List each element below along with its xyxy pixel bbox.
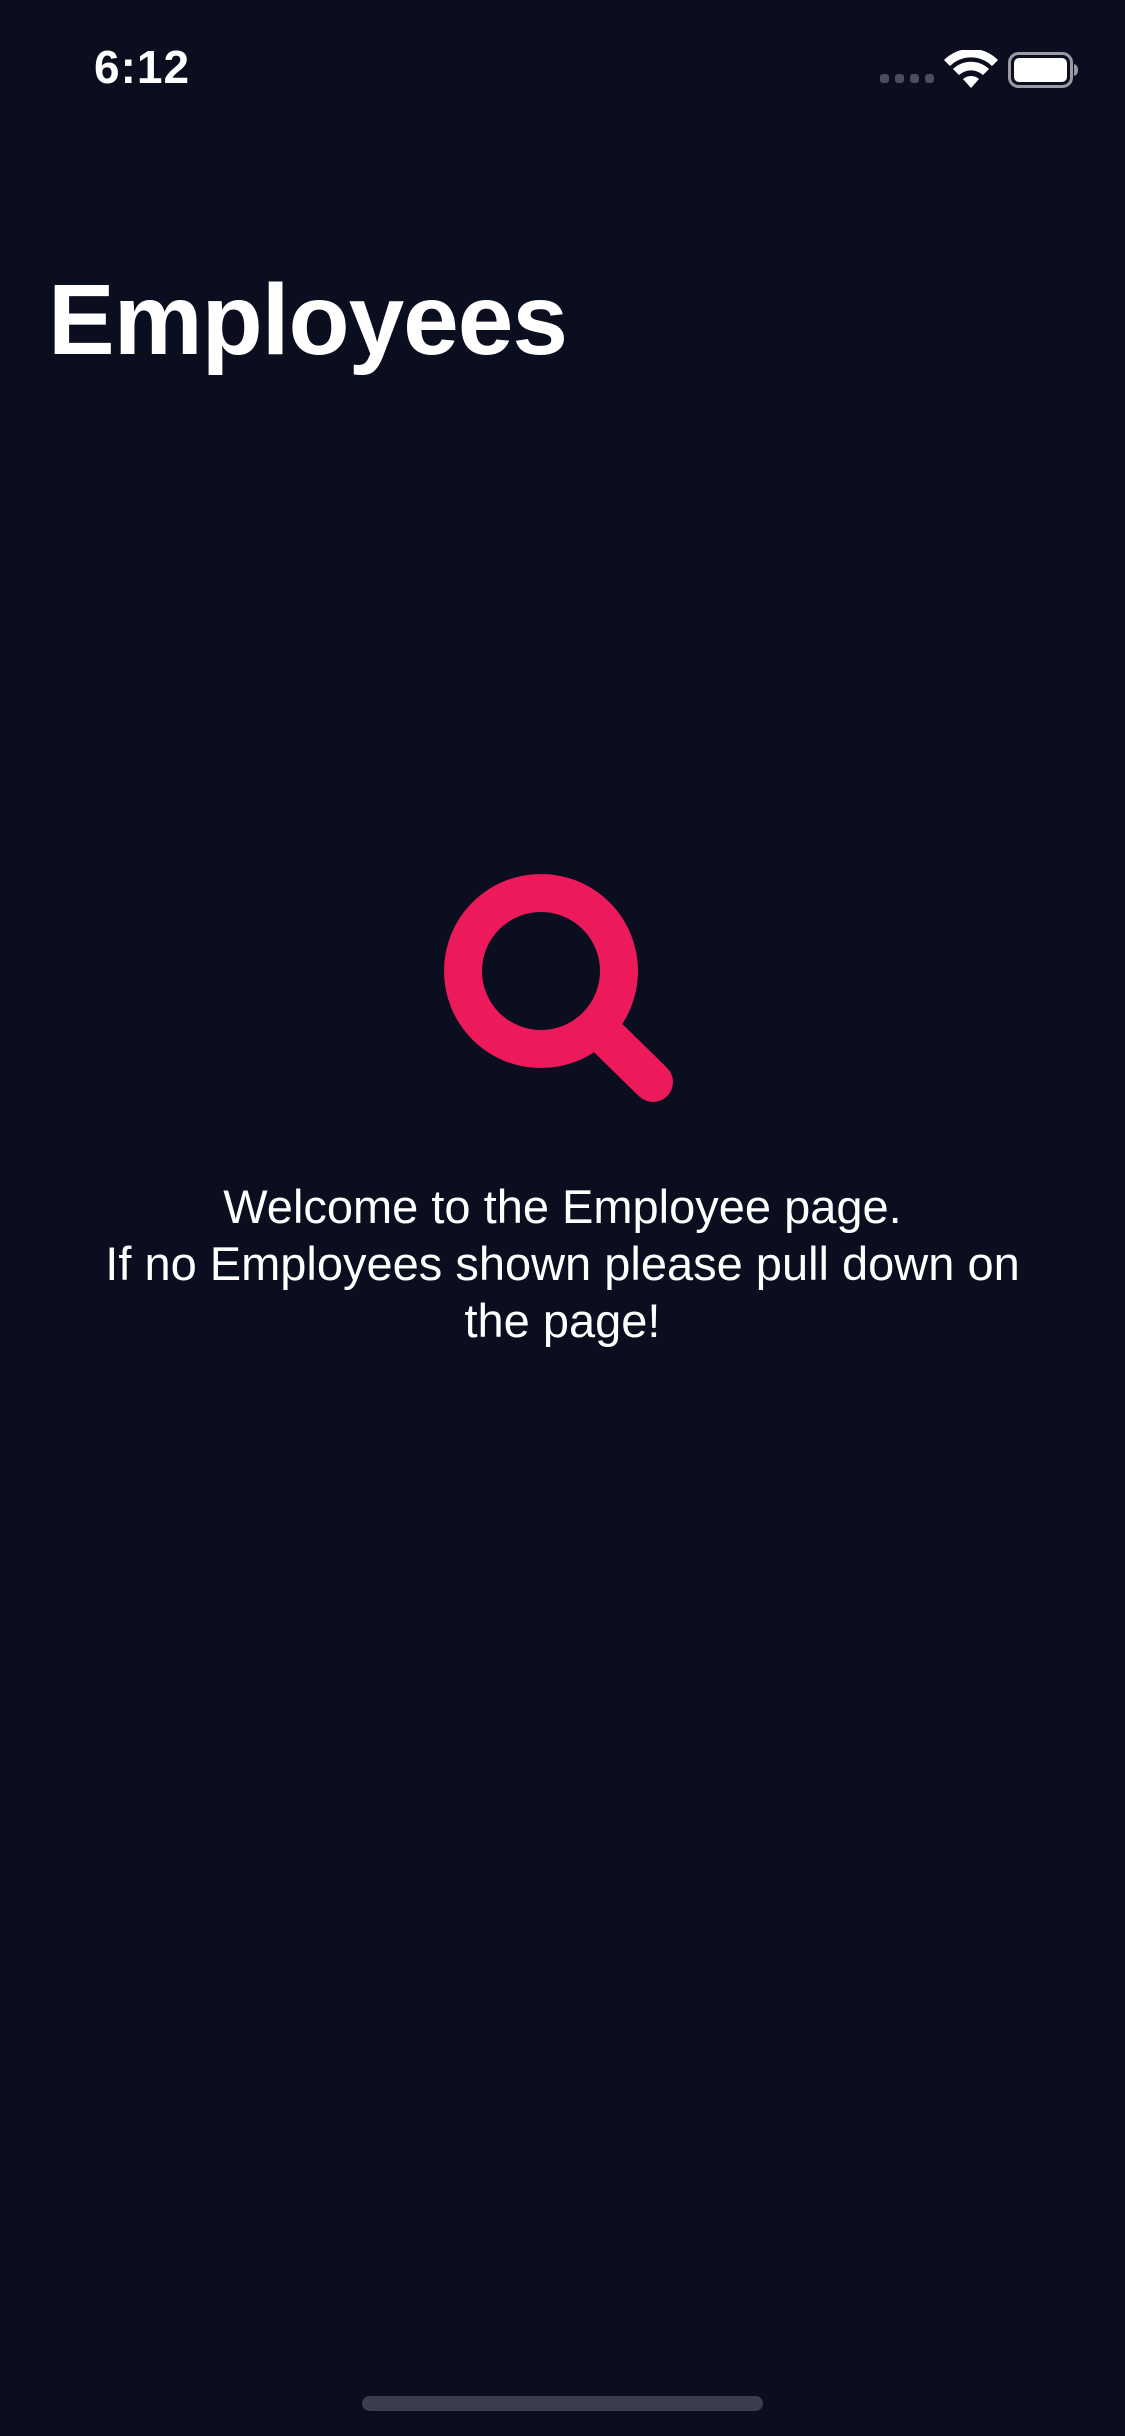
home-indicator[interactable] [362, 2396, 763, 2411]
battery-icon [1008, 52, 1078, 88]
message-line: Welcome to the Employee page. [223, 1180, 902, 1233]
status-time: 6:12 [94, 41, 191, 93]
search-icon [444, 874, 673, 1102]
wifi-icon [944, 50, 998, 88]
message-line: If no Employees shown please pull down o… [105, 1237, 1020, 1290]
cellular-signal-icon [880, 74, 934, 83]
employees-screen: 6:12 Employees Welcome to the Employee p… [0, 0, 1125, 2436]
message-line: the page! [464, 1294, 661, 1347]
empty-state-message: Welcome to the Employee page. If no Empl… [40, 1178, 1085, 1349]
page-title: Employees [48, 264, 568, 376]
